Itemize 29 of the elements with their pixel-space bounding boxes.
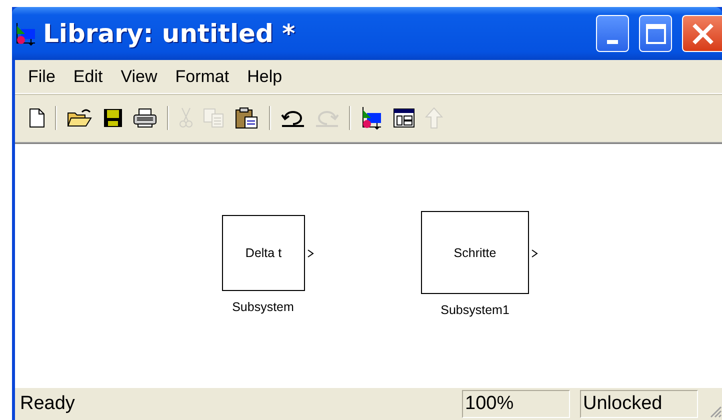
- folder-icon[interactable]: [67, 108, 93, 128]
- maximize-button[interactable]: [639, 15, 672, 52]
- subsystem-block[interactable]: Delta t: [222, 215, 305, 291]
- printer-icon[interactable]: [133, 108, 157, 128]
- menu-item[interactable]: Edit: [64, 64, 112, 88]
- close-icon: [690, 22, 714, 46]
- maximize-icon: [644, 22, 666, 44]
- minimize-button[interactable]: [596, 15, 629, 52]
- undo-arrow-icon[interactable]: [281, 108, 305, 128]
- window-title: Library: untitled *: [43, 19, 296, 48]
- zoom-level: 100%: [462, 390, 570, 418]
- output-port-icon: [531, 248, 538, 258]
- lock-status: Unlocked: [580, 390, 698, 418]
- menu-item[interactable]: File: [19, 64, 64, 88]
- block-label: Subsystem: [232, 300, 294, 314]
- status-message: Ready: [19, 393, 76, 415]
- menu-item[interactable]: Format: [166, 64, 238, 88]
- new-document-icon[interactable]: [29, 108, 45, 128]
- close-button[interactable]: [682, 15, 722, 52]
- block-label: Subsystem1: [440, 303, 510, 317]
- menu-item[interactable]: Help: [238, 64, 292, 88]
- resize-grip-icon[interactable]: [708, 404, 722, 418]
- library-browser-icon[interactable]: [361, 106, 383, 130]
- menu-item[interactable]: View: [112, 64, 166, 88]
- clipboard-icon[interactable]: [235, 107, 259, 129]
- output-port-icon: [307, 249, 314, 258]
- minimize-icon: [607, 40, 618, 44]
- subsystem-block[interactable]: Schritte: [421, 211, 529, 294]
- window-icon[interactable]: [393, 108, 415, 128]
